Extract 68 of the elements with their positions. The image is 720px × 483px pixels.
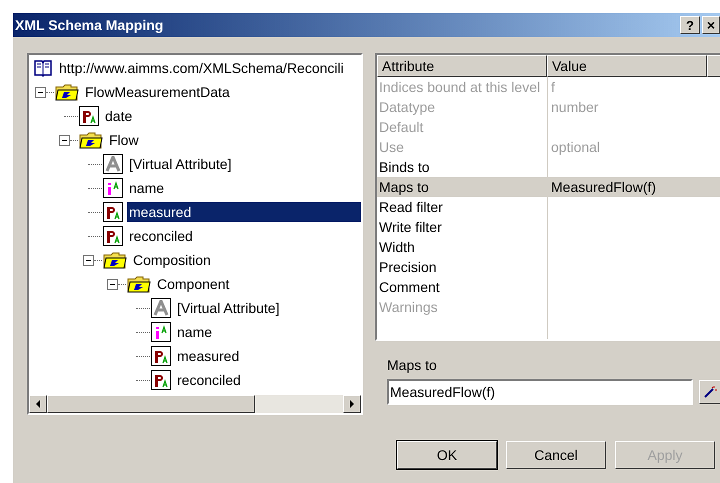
attribute-name: Read filter <box>378 198 444 217</box>
column-header[interactable]: Attribute <box>377 55 547 77</box>
attribute-name: Width <box>378 238 416 257</box>
grid-row[interactable]: Precision <box>377 257 720 277</box>
grid-row[interactable]: Comment <box>377 277 720 297</box>
tree-item[interactable]: name <box>175 322 361 342</box>
grid-row[interactable]: Binds to <box>377 157 720 177</box>
parameter-icon <box>151 370 171 390</box>
attribute-icon <box>103 154 123 174</box>
dialog-button[interactable]: Cancel <box>506 441 606 469</box>
column-header[interactable]: Value <box>547 55 707 77</box>
attribute-name: Datatype <box>378 98 436 117</box>
collapse-toggle[interactable] <box>107 278 118 290</box>
attribute-value: MeasuredFlow(f) <box>550 178 656 197</box>
parameter-icon <box>151 346 171 366</box>
attribute-value: optional <box>550 138 600 157</box>
close-button[interactable]: × <box>702 16 720 34</box>
horizontal-scrollbar[interactable] <box>29 395 361 413</box>
dialog-button[interactable]: OK <box>397 441 497 469</box>
maps-to-field[interactable]: MeasuredFlow(f) <box>387 379 693 405</box>
scroll-thumb[interactable] <box>47 395 255 413</box>
index-icon <box>151 322 171 342</box>
book-icon <box>33 58 53 78</box>
tree-item[interactable]: Flow <box>107 130 361 150</box>
folder-icon <box>79 130 103 150</box>
attribute-name: Use <box>378 138 405 157</box>
parameter-icon <box>103 202 123 222</box>
parameter-icon <box>103 226 123 246</box>
attribute-name: Default <box>378 118 424 137</box>
grid-row[interactable]: Maps to MeasuredFlow(f) <box>377 177 720 197</box>
parameter-icon <box>79 106 99 126</box>
collapse-toggle[interactable] <box>35 86 46 98</box>
magic-wand-icon <box>703 385 717 399</box>
folder-icon <box>103 250 127 270</box>
folder-icon <box>55 82 79 102</box>
attribute-icon <box>151 298 171 318</box>
tree-item[interactable]: FlowMeasurementData <box>83 82 361 102</box>
collapse-toggle[interactable] <box>59 134 70 146</box>
tree-item[interactable]: [Virtual Attribute] <box>127 154 361 174</box>
tree-item[interactable]: measured <box>175 346 361 366</box>
attribute-value: number <box>550 98 598 117</box>
attribute-name: Warnings <box>378 298 439 317</box>
window-title: XML Schema Mapping <box>15 16 164 35</box>
tree-item[interactable]: reconciled <box>127 226 361 246</box>
attribute-value: f <box>550 78 555 97</box>
tree-item[interactable]: Component <box>155 274 361 294</box>
tree-item[interactable]: http://www.aimms.com/XMLSchema/Reconcili <box>57 58 361 78</box>
tree-item[interactable]: [Virtual Attribute] <box>175 298 361 318</box>
attribute-name: Write filter <box>378 218 443 237</box>
grid-row[interactable]: Width <box>377 237 720 257</box>
tree-item[interactable]: measured <box>127 202 361 222</box>
field-label: Maps to <box>387 356 438 375</box>
collapse-toggle[interactable] <box>83 254 94 266</box>
folder-icon <box>127 274 151 294</box>
help-button[interactable]: ? <box>680 16 700 34</box>
attribute-name: Maps to <box>378 178 430 197</box>
attribute-name: Indices bound at this level <box>378 78 542 97</box>
grid-row[interactable]: Write filter <box>377 217 720 237</box>
grid-row[interactable]: Read filter <box>377 197 720 217</box>
index-icon <box>103 178 123 198</box>
tree-item[interactable]: Composition <box>131 250 361 270</box>
attribute-name: Precision <box>378 258 438 277</box>
tree-item[interactable]: date <box>103 106 361 126</box>
attribute-name: Comment <box>378 278 441 297</box>
tree-item[interactable]: name <box>127 178 361 198</box>
wand-button[interactable] <box>699 380 720 404</box>
attribute-name: Binds to <box>378 158 431 177</box>
tree-item[interactable]: reconciled <box>175 370 361 390</box>
